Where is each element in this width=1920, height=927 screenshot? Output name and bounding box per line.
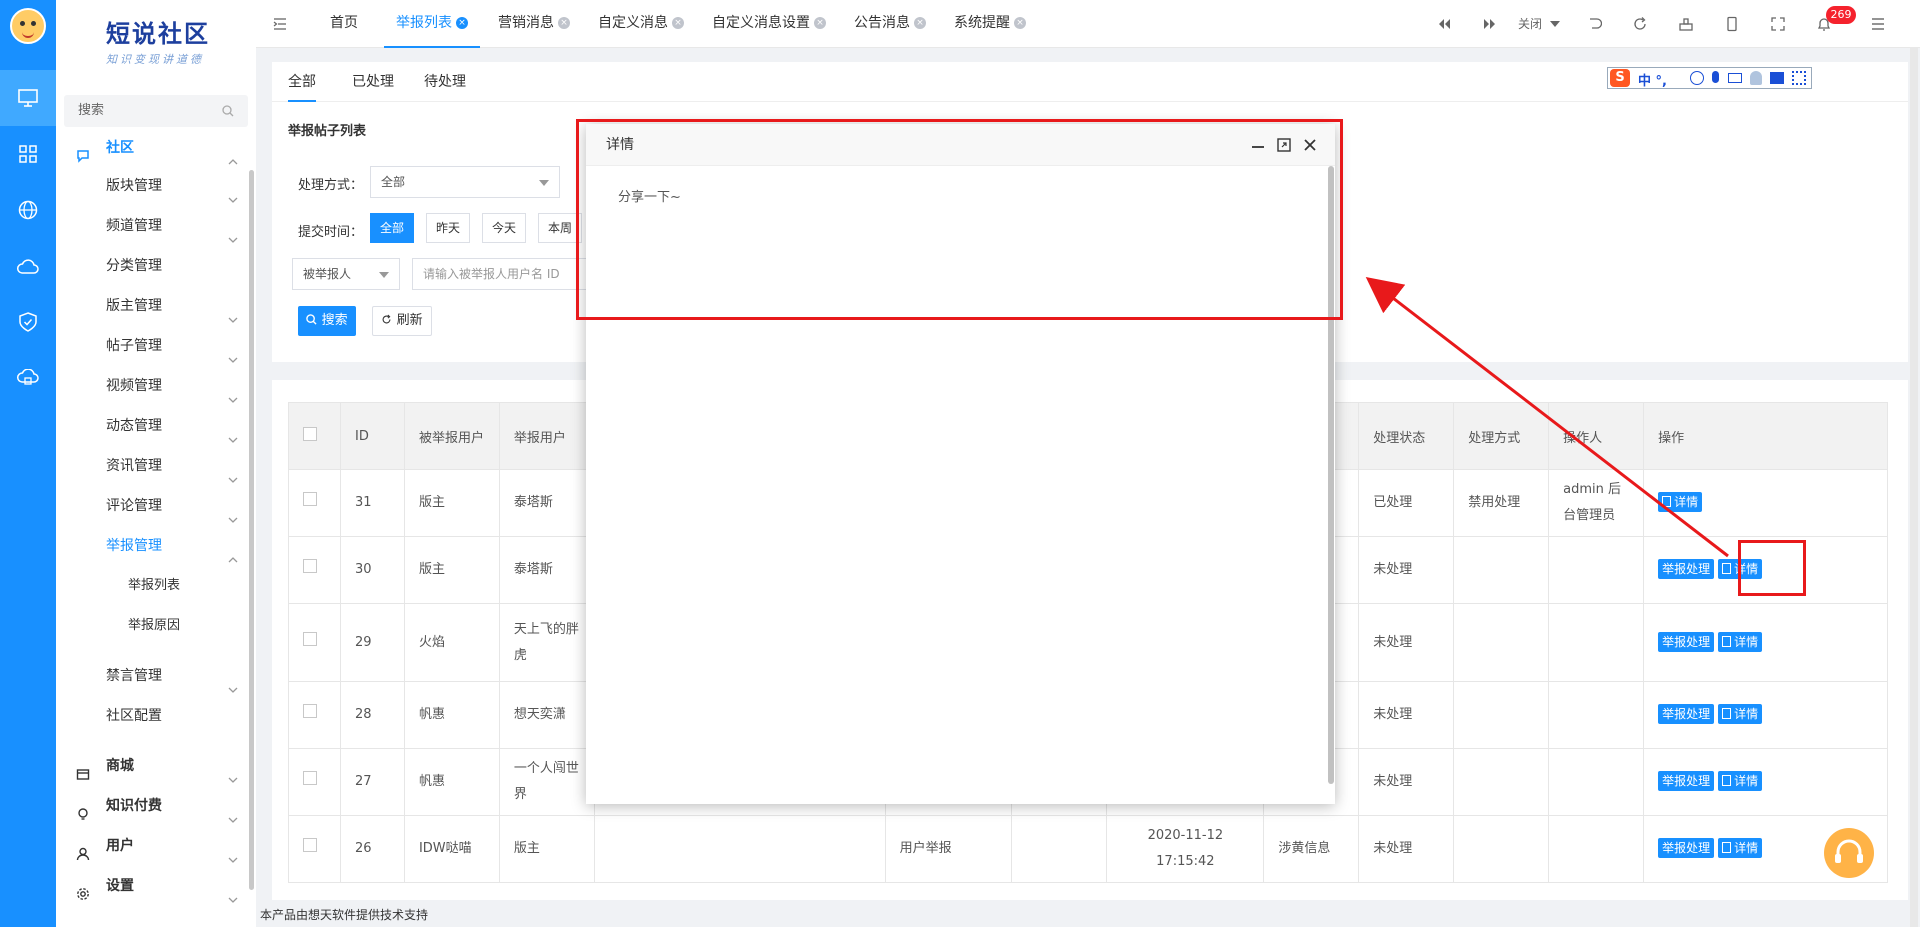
footer-text: 本产品由想天软件提供技术支持	[260, 908, 429, 922]
customer-service-icon[interactable]	[1824, 828, 1874, 878]
page-scrollbar[interactable]	[1910, 48, 1918, 927]
annotation-arrow	[1365, 277, 1729, 558]
